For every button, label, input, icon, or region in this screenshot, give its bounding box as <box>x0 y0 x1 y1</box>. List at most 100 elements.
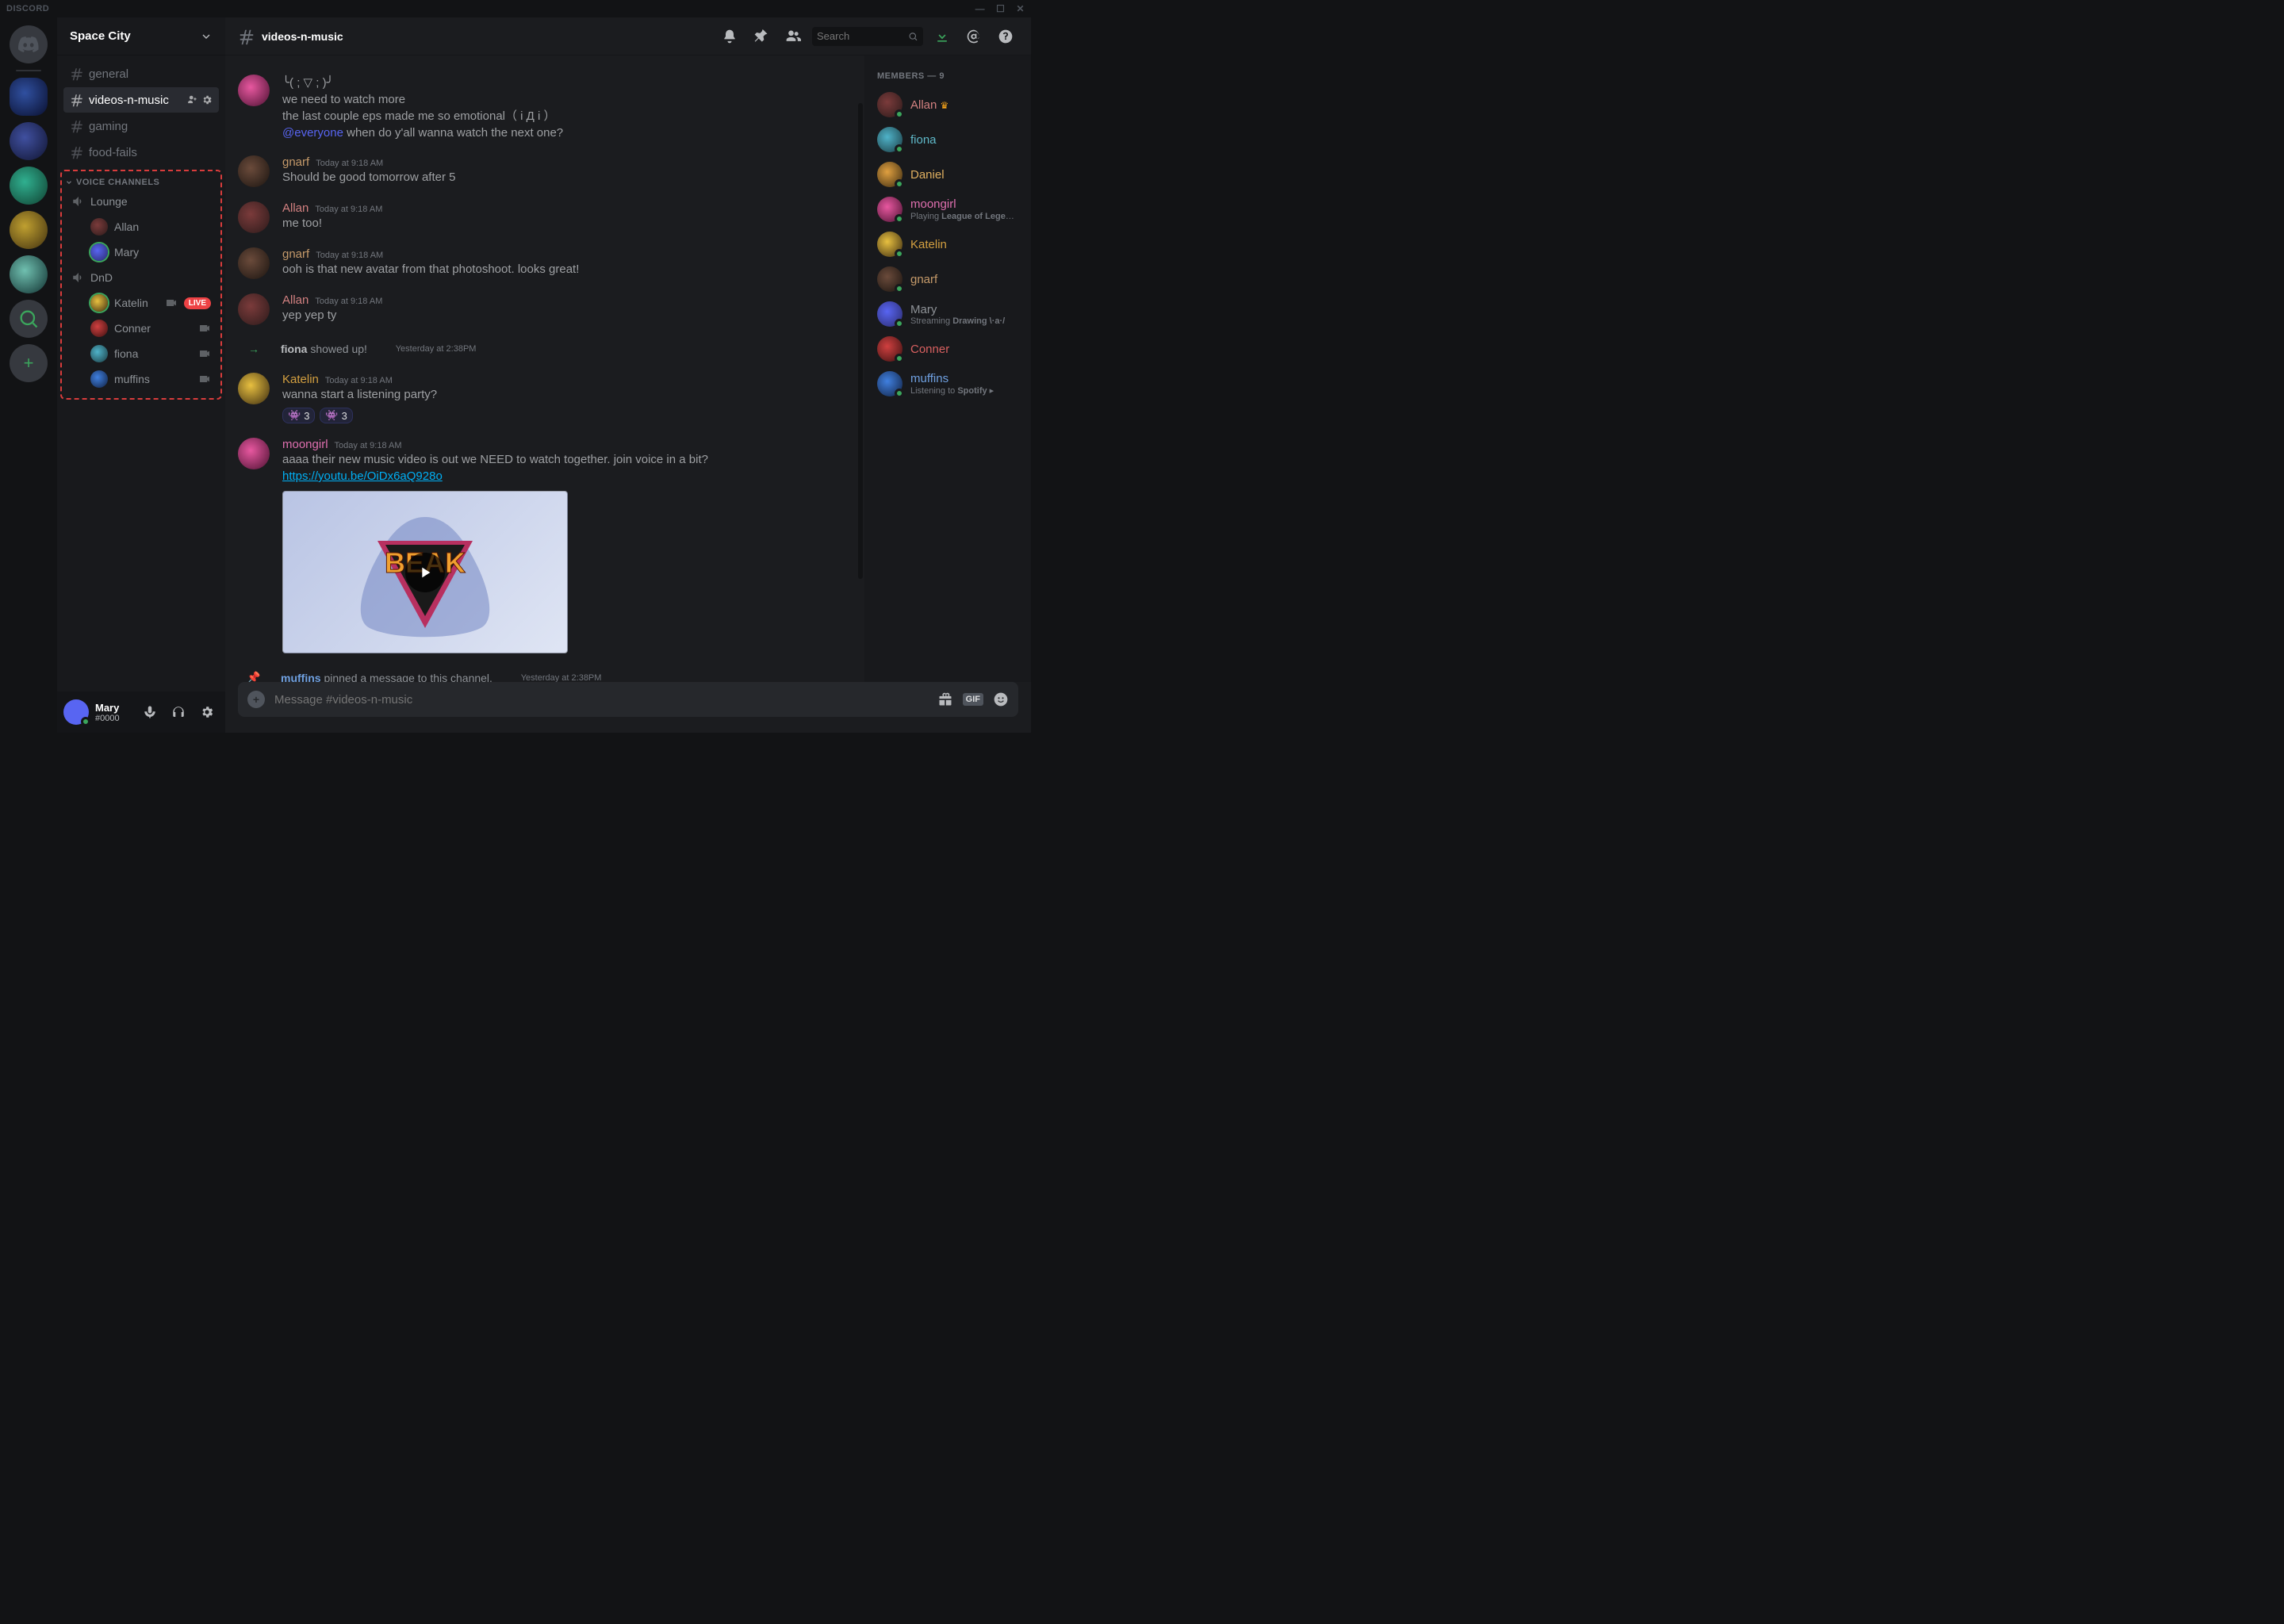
voice-user[interactable]: Mary <box>65 239 217 265</box>
reaction[interactable]: 👾3 <box>320 408 352 423</box>
voice-user[interactable]: Conner <box>65 316 217 341</box>
members-toggle-button[interactable] <box>780 29 806 44</box>
member-item[interactable]: Conner <box>871 331 1025 366</box>
server-item[interactable] <box>10 255 48 293</box>
member-item[interactable]: fiona <box>871 122 1025 157</box>
text-channel-gaming[interactable]: gaming <box>63 113 219 139</box>
message-author[interactable]: Katelin <box>282 373 319 386</box>
home-button[interactable] <box>10 25 48 63</box>
message-list[interactable]: ╰( ; ▽ ; )╯we need to watch morethe last… <box>225 56 864 682</box>
search-box[interactable] <box>812 27 923 46</box>
channel-sidebar: Space City general videos-n-music gamingfo… <box>57 17 225 733</box>
member-item[interactable]: gnarf <box>871 262 1025 297</box>
message-author[interactable]: gnarf <box>282 155 309 169</box>
avatar[interactable] <box>238 247 270 279</box>
attach-button[interactable]: + <box>247 691 265 708</box>
emoji-button[interactable] <box>993 691 1009 707</box>
message-text: wanna start a listening party? <box>282 386 852 403</box>
search-icon <box>908 31 918 42</box>
avatar[interactable] <box>238 373 270 404</box>
minimize-button[interactable]: — <box>975 3 986 14</box>
avatar[interactable] <box>238 293 270 325</box>
download-button[interactable] <box>929 29 955 44</box>
message-author[interactable]: moongirl <box>282 438 328 451</box>
gif-button[interactable]: GIF <box>963 693 983 706</box>
server-name: Space City <box>70 29 131 43</box>
system-message: →fiona showed up! Yesterday at 2:38PM <box>225 338 864 360</box>
mute-button[interactable] <box>138 700 162 724</box>
status-indicator <box>895 144 904 154</box>
avatar[interactable] <box>238 438 270 469</box>
voice-user[interactable]: KatelinLIVE <box>65 290 217 316</box>
gear-icon[interactable] <box>201 94 213 105</box>
server-header[interactable]: Space City <box>57 17 225 56</box>
voice-user[interactable]: muffins <box>65 366 217 392</box>
text-channel-general[interactable]: general <box>63 61 219 86</box>
chevron-down-icon <box>200 30 213 43</box>
avatar <box>90 243 108 261</box>
voice-user[interactable]: fiona <box>65 341 217 366</box>
window-controls: — ☐ ✕ <box>975 3 1025 14</box>
rich-presence-icon: ▸ <box>990 386 994 396</box>
gift-button[interactable] <box>937 691 953 707</box>
message-input[interactable] <box>274 693 928 707</box>
close-button[interactable]: ✕ <box>1016 3 1025 14</box>
explore-button[interactable] <box>10 300 48 338</box>
maximize-button[interactable]: ☐ <box>996 3 1005 14</box>
reaction[interactable]: 👾3 <box>282 408 315 423</box>
video-embed[interactable]: BEAK <box>282 491 568 653</box>
voice-section-header[interactable]: VOICE CHANNELS <box>62 176 220 189</box>
play-button[interactable] <box>405 553 445 592</box>
channel-name: general <box>89 67 213 81</box>
pin-text: muffins pinned a message to this channel… <box>281 672 492 683</box>
scrollbar-thumb[interactable] <box>858 103 863 579</box>
notifications-button[interactable] <box>717 29 742 44</box>
settings-button[interactable] <box>195 700 219 724</box>
message-timestamp: Today at 9:18 AM <box>315 205 382 214</box>
invite-icon[interactable] <box>187 94 198 105</box>
avatar[interactable] <box>238 75 270 106</box>
avatar <box>877 92 902 117</box>
member-item[interactable]: Daniel <box>871 157 1025 192</box>
voice-user-name: muffins <box>114 373 192 385</box>
text-channel-videos-n-music[interactable]: videos-n-music <box>63 87 219 113</box>
voice-channel-dnd[interactable]: DnD <box>65 265 217 290</box>
message-input-box[interactable]: + GIF <box>238 682 1018 717</box>
deafen-button[interactable] <box>167 700 190 724</box>
avatar <box>877 162 902 187</box>
channel-name: videos-n-music <box>89 94 187 107</box>
add-server-button[interactable]: + <box>10 344 48 382</box>
text-channel-food-fails[interactable]: food-fails <box>63 140 219 165</box>
server-item[interactable] <box>10 167 48 205</box>
voice-channel-lounge[interactable]: Lounge <box>65 189 217 214</box>
message-author[interactable]: Allan <box>282 201 308 215</box>
avatar[interactable] <box>238 155 270 187</box>
mentions-button[interactable] <box>961 29 987 44</box>
self-avatar[interactable] <box>63 699 89 725</box>
message-author[interactable]: Allan <box>282 293 308 307</box>
member-item[interactable]: Allan ♛ <box>871 87 1025 122</box>
server-item[interactable] <box>10 78 48 116</box>
member-item[interactable]: moongirlPlaying League of Legends ▸ <box>871 192 1025 227</box>
scrollbar[interactable] <box>856 56 863 682</box>
pinned-button[interactable] <box>749 29 774 44</box>
server-item[interactable] <box>10 122 48 160</box>
voice-highlight-box: VOICE CHANNELS LoungeAllanMaryDnDKatelin… <box>60 170 222 400</box>
member-name: Mary <box>910 303 1018 316</box>
help-button[interactable] <box>993 29 1018 44</box>
avatar[interactable] <box>238 201 270 233</box>
member-name: Allan ♛ <box>910 98 1018 112</box>
message-text: aaaa their new music video is out we NEE… <box>282 451 852 468</box>
member-item[interactable]: MaryStreaming Drawing \·a·/ <box>871 297 1025 331</box>
message-link[interactable]: https://youtu.be/OiDx6aQ928o <box>282 468 852 485</box>
server-item[interactable] <box>10 211 48 249</box>
search-input[interactable] <box>817 30 908 42</box>
message-timestamp: Today at 9:18 AM <box>315 297 382 306</box>
voice-user[interactable]: Allan <box>65 214 217 239</box>
member-item[interactable]: muffinsListening to Spotify ▸ <box>871 366 1025 401</box>
member-item[interactable]: Katelin <box>871 227 1025 262</box>
message-author[interactable]: gnarf <box>282 247 309 261</box>
mention[interactable]: @everyone <box>282 126 343 140</box>
message-text: ooh is that new avatar from that photosh… <box>282 261 852 278</box>
self-info[interactable]: Mary #0000 <box>95 702 132 723</box>
